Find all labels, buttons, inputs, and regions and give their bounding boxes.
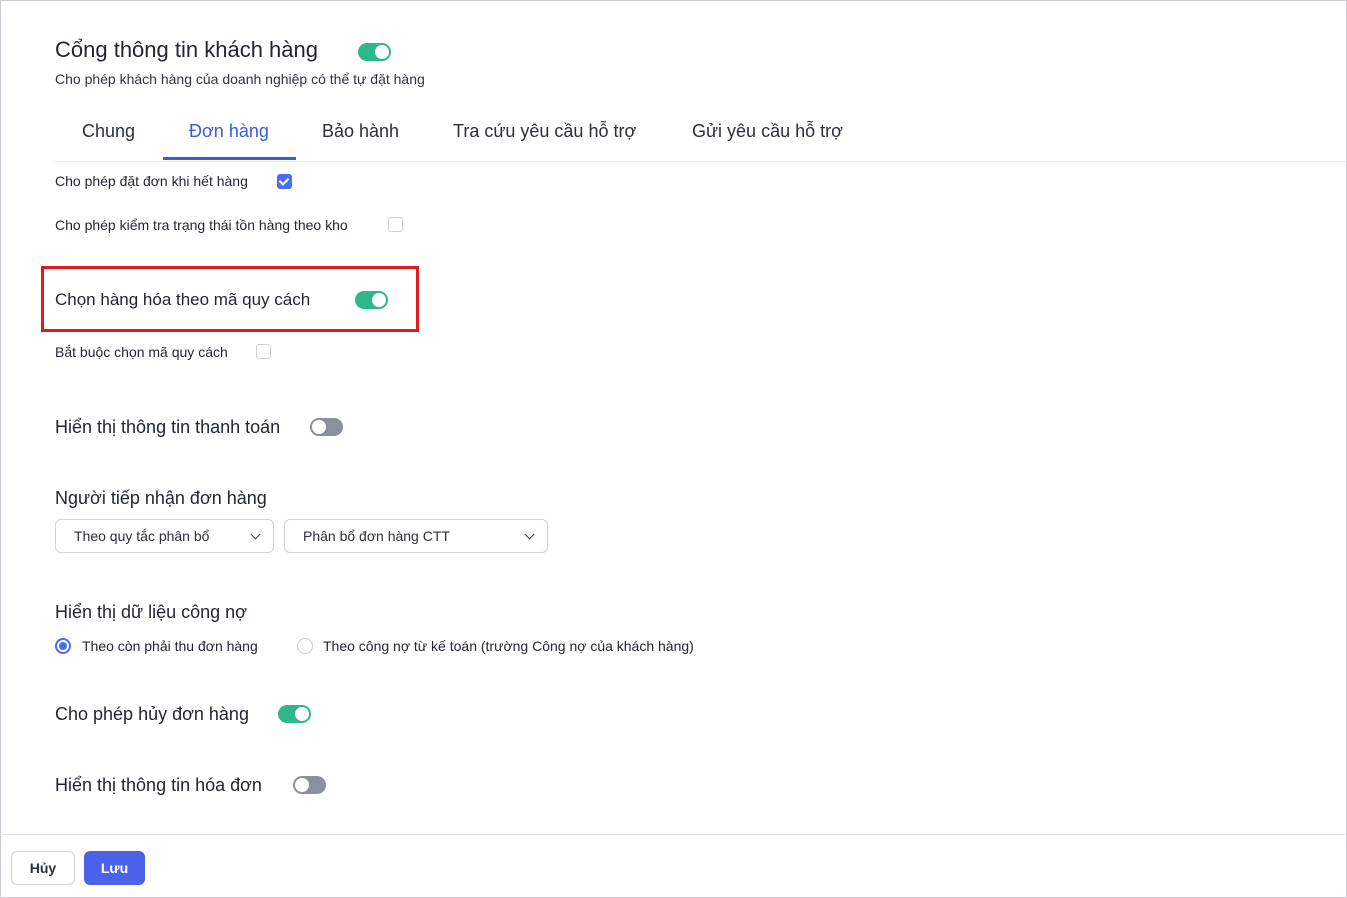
page-title: Cổng thông tin khách hàng <box>55 37 318 62</box>
show-payment-info-toggle[interactable] <box>310 418 343 436</box>
allow-cancel-order-toggle[interactable] <box>278 705 311 723</box>
check-stock-by-warehouse-label: Cho phép kiểm tra trạng thái tồn hàng th… <box>55 217 348 233</box>
allow-out-of-stock-label: Cho phép đặt đơn khi hết hàng <box>55 173 248 189</box>
radio-dot <box>59 642 67 650</box>
tab-orders[interactable]: Đơn hàng <box>189 111 269 161</box>
debt-option-order-receivable-radio[interactable] <box>55 638 71 654</box>
portal-enable-toggle[interactable] <box>358 43 391 61</box>
show-invoice-info-toggle[interactable] <box>293 776 326 794</box>
tab-general[interactable]: Chung <box>82 111 135 161</box>
order-receiver-label: Người tiếp nhận đơn hàng <box>55 488 267 508</box>
toggle-knob <box>295 778 309 792</box>
require-spec-code-checkbox[interactable] <box>256 344 271 359</box>
toggle-knob <box>375 45 389 59</box>
allow-cancel-order-label: Cho phép hủy đơn hàng <box>55 704 249 724</box>
debt-option-accounting-radio[interactable] <box>297 638 313 654</box>
tab-send-support-request[interactable]: Gửi yêu cầu hỗ trợ <box>692 111 843 161</box>
check-icon <box>278 175 290 186</box>
cancel-button[interactable]: Hủy <box>11 851 75 885</box>
debt-option-order-receivable-label[interactable]: Theo còn phải thu đơn hàng <box>82 638 258 654</box>
chevron-down-icon <box>250 529 261 540</box>
order-allocation-select[interactable]: Phân bổ đơn hàng CTT <box>284 519 548 553</box>
select-by-spec-code-toggle[interactable] <box>355 291 388 309</box>
debt-display-label: Hiển thị dữ liệu công nợ <box>55 602 247 622</box>
settings-panel: Cổng thông tin khách hàng Cho phép khách… <box>0 0 1347 898</box>
tab-warranty[interactable]: Bảo hành <box>322 111 399 161</box>
show-invoice-info-label: Hiển thị thông tin hóa đơn <box>55 775 262 795</box>
page-subtitle: Cho phép khách hàng của doanh nghiệp có … <box>55 71 425 87</box>
require-spec-code-label: Bắt buộc chọn mã quy cách <box>55 344 228 360</box>
order-allocation-value: Phân bổ đơn hàng CTT <box>303 528 450 544</box>
tabs-divider <box>55 161 1347 162</box>
toggle-knob <box>295 707 309 721</box>
allow-out-of-stock-checkbox[interactable] <box>277 174 292 189</box>
save-button[interactable]: Lưu <box>84 851 145 885</box>
toggle-knob <box>372 293 386 307</box>
allocation-rule-select[interactable]: Theo quy tắc phân bổ <box>55 519 274 553</box>
toggle-knob <box>312 420 326 434</box>
select-by-spec-code-label: Chọn hàng hóa theo mã quy cách <box>55 290 311 309</box>
debt-option-accounting-label[interactable]: Theo công nợ từ kế toán (trường Công nợ … <box>323 638 694 654</box>
allocation-rule-value: Theo quy tắc phân bổ <box>74 528 210 544</box>
footer-divider <box>2 834 1347 835</box>
check-stock-by-warehouse-checkbox[interactable] <box>388 217 403 232</box>
tab-bar: Chung Đơn hàng Bảo hành Tra cứu yêu cầu … <box>1 111 1347 161</box>
tab-support-lookup[interactable]: Tra cứu yêu cầu hỗ trợ <box>453 111 636 161</box>
show-payment-info-label: Hiển thị thông tin thanh toán <box>55 417 281 437</box>
active-tab-indicator <box>163 157 296 160</box>
chevron-down-icon <box>524 529 535 540</box>
